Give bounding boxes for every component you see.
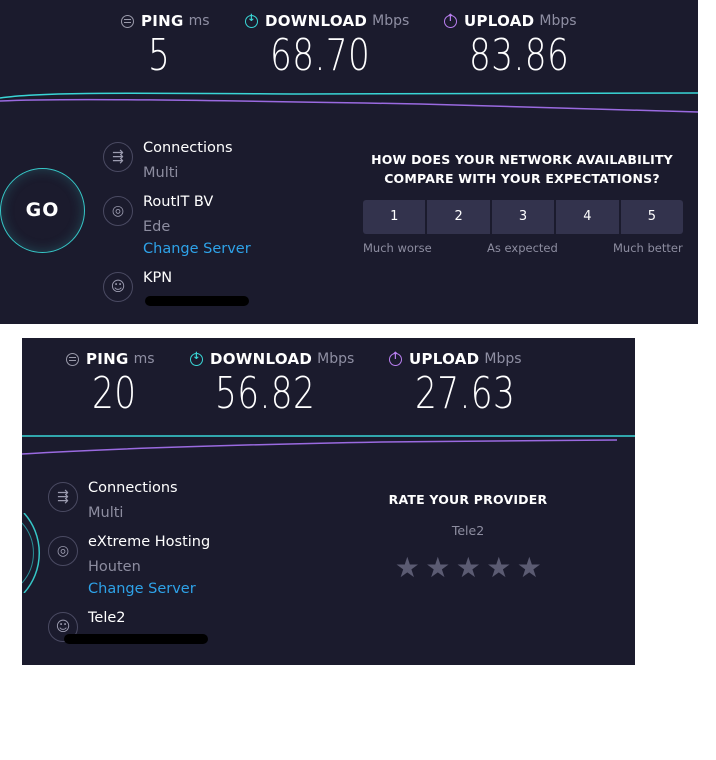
ping-value: 20	[92, 368, 137, 419]
ping-header: PING ms	[66, 350, 155, 368]
upload-header: UPLOAD Mbps	[444, 12, 577, 30]
scale-high-label: Much better	[613, 241, 683, 255]
download-icon	[190, 351, 203, 366]
server-name: eXtreme Hosting	[88, 534, 211, 550]
upload-unit: Mbps	[484, 351, 522, 367]
star-icon[interactable]: ★	[392, 551, 423, 585]
download-header: DOWNLOAD Mbps	[245, 12, 409, 30]
connections-label: Connections	[143, 140, 233, 156]
star-icon[interactable]: ★	[423, 551, 454, 585]
ping-unit: ms	[133, 351, 155, 367]
connections-icon: ⇶	[103, 142, 133, 172]
scale-option-5[interactable]: 5	[620, 200, 684, 234]
scale-low-label: Much worse	[363, 241, 432, 255]
server-location: Ede	[143, 219, 171, 235]
speed-graph	[22, 435, 635, 455]
download-graph-line	[0, 92, 698, 99]
upload-label: UPLOAD	[409, 350, 480, 368]
provider-name: KPN	[143, 270, 173, 286]
upload-header: UPLOAD Mbps	[389, 350, 522, 368]
upload-graph-line	[0, 98, 698, 113]
globe-icon: ◎	[48, 536, 78, 566]
download-label: DOWNLOAD	[210, 350, 313, 368]
scale-option-1[interactable]: 1	[363, 200, 426, 234]
redacted-ip	[64, 634, 208, 644]
go-button-edge[interactable]	[22, 513, 42, 593]
upload-icon	[389, 351, 402, 366]
download-value: 68.70	[270, 30, 371, 81]
speed-graph	[0, 92, 698, 113]
scale-option-4[interactable]: 4	[556, 200, 619, 234]
upload-graph-line	[22, 439, 618, 455]
change-server-link[interactable]: Change Server	[143, 241, 251, 257]
connections-value: Multi	[88, 505, 124, 521]
ping-header: PING ms	[121, 12, 210, 30]
download-header: DOWNLOAD Mbps	[190, 350, 354, 368]
ping-icon	[66, 352, 79, 366]
upload-label: UPLOAD	[464, 12, 535, 30]
globe-icon: ◎	[103, 196, 133, 226]
upload-value: 27.63	[415, 368, 516, 419]
rate-provider-name: Tele2	[451, 523, 485, 538]
star-rating: ★ ★ ★ ★ ★	[392, 551, 545, 585]
rating-scale: 1 2 3 4 5	[363, 200, 684, 234]
ping-label: PING	[86, 350, 129, 368]
ping-label: PING	[141, 12, 184, 30]
star-icon[interactable]: ★	[514, 551, 545, 585]
ping-value: 5	[148, 30, 171, 81]
upload-value: 83.86	[469, 30, 570, 81]
scale-mid-label: As expected	[487, 241, 558, 255]
connections-value: Multi	[143, 165, 179, 181]
scale-option-3[interactable]: 3	[491, 200, 555, 234]
download-unit: Mbps	[372, 13, 410, 29]
download-unit: Mbps	[317, 351, 355, 367]
ping-icon	[121, 14, 134, 28]
provider-name: Tele2	[88, 610, 126, 626]
go-button[interactable]: GO	[0, 168, 85, 253]
connections-label: Connections	[88, 480, 178, 496]
change-server-link[interactable]: Change Server	[88, 581, 196, 597]
server-name: RoutIT BV	[143, 194, 214, 210]
survey-question: HOW DOES YOUR NETWORK AVAILABILITY COMPA…	[371, 152, 673, 186]
scale-option-2[interactable]: 2	[427, 200, 490, 234]
upload-unit: Mbps	[539, 13, 577, 29]
star-icon[interactable]: ★	[484, 551, 515, 585]
server-location: Houten	[88, 559, 141, 575]
redacted-ip	[145, 296, 249, 306]
speedtest-result-panel-2: PING ms 20 DOWNLOAD Mbps 56.82 UPLOAD Mb…	[22, 338, 635, 665]
speedtest-result-panel-1: PING ms 5 DOWNLOAD Mbps 68.70 UPLOAD Mbp…	[0, 0, 698, 324]
user-icon: ☺	[103, 272, 133, 302]
download-label: DOWNLOAD	[265, 12, 368, 30]
ping-unit: ms	[188, 13, 210, 29]
upload-icon	[444, 13, 457, 28]
download-icon	[245, 13, 258, 28]
connections-icon: ⇶	[48, 482, 78, 512]
rate-provider-title: RATE YOUR PROVIDER	[388, 492, 548, 507]
download-value: 56.82	[215, 368, 316, 419]
star-icon[interactable]: ★	[453, 551, 484, 585]
